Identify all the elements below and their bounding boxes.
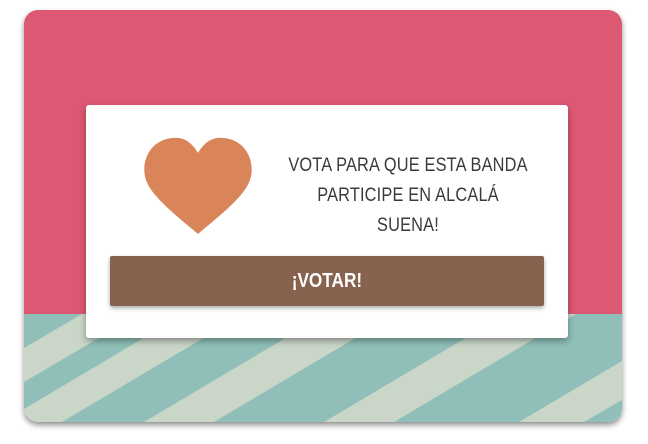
vote-button[interactable]: ¡VOTAR! [110, 256, 544, 306]
vote-message-line-2: PARTICIPE EN ALCALÁ SUENA! [317, 185, 499, 236]
vote-card: VOTA PARA QUE ESTA BANDA PARTICIPE EN AL… [86, 105, 568, 338]
vote-widget: VOTA PARA QUE ESTA BANDA PARTICIPE EN AL… [24, 10, 622, 422]
vote-message: VOTA PARA QUE ESTA BANDA PARTICIPE EN AL… [288, 151, 529, 241]
heart-icon [144, 137, 252, 234]
vote-button-label: ¡VOTAR! [291, 270, 363, 292]
vote-message-line-1: VOTA PARA QUE ESTA BANDA [288, 155, 528, 176]
